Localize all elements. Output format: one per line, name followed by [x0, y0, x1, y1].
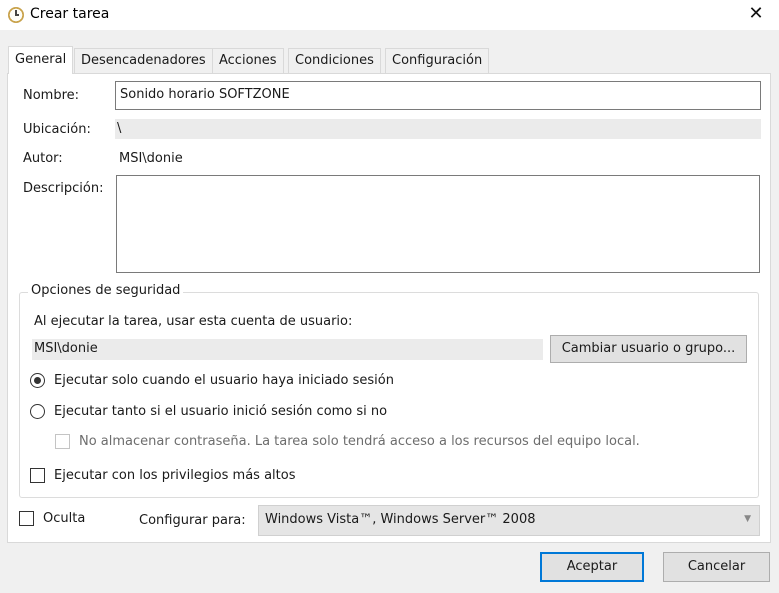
location-label: Ubicación:	[23, 122, 91, 137]
title-bar: Crear tarea ✕	[0, 0, 779, 30]
hidden-label[interactable]: Oculta	[43, 511, 85, 526]
configure-for-value: Windows Vista™, Windows Server™ 2008	[265, 512, 536, 527]
task-scheduler-clock-icon	[8, 7, 24, 23]
run-only-logged-on-label[interactable]: Ejecutar solo cuando el usuario haya ini…	[54, 373, 394, 388]
author-value: MSI\donie	[119, 151, 183, 166]
security-group-title: Opciones de seguridad	[28, 283, 184, 298]
accept-button[interactable]: Aceptar	[540, 552, 644, 582]
configure-for-label: Configurar para:	[139, 513, 246, 528]
tab-configuracion[interactable]: Configuración	[385, 48, 490, 73]
tab-condiciones[interactable]: Condiciones	[288, 48, 381, 73]
tab-desencadenadores[interactable]: Desencadenadores	[74, 48, 213, 73]
configure-for-select[interactable]: Windows Vista™, Windows Server™ 2008 ▼	[258, 505, 760, 536]
description-label: Descripción:	[23, 181, 104, 196]
author-label: Autor:	[23, 151, 63, 166]
name-input[interactable]: Sonido horario SOFTZONE	[115, 81, 761, 110]
run-whether-logged-on-label[interactable]: Ejecutar tanto si el usuario inició sesi…	[54, 404, 387, 419]
window-title: Crear tarea	[30, 6, 110, 22]
no-store-password-label: No almacenar contraseña. La tarea solo t…	[79, 434, 640, 449]
account-value: MSI\donie	[32, 339, 543, 360]
close-button[interactable]: ✕	[733, 0, 779, 30]
chevron-down-icon: ▼	[744, 514, 751, 524]
run-only-logged-on-radio[interactable]	[30, 373, 45, 388]
cancel-button[interactable]: Cancelar	[663, 552, 770, 582]
account-prompt: Al ejecutar la tarea, usar esta cuenta d…	[34, 314, 353, 329]
tab-acciones[interactable]: Acciones	[212, 48, 284, 73]
run-whether-logged-on-radio[interactable]	[30, 404, 45, 419]
highest-privileges-label[interactable]: Ejecutar con los privilegios más altos	[54, 468, 295, 483]
hidden-checkbox[interactable]	[19, 511, 34, 526]
description-textarea[interactable]	[116, 175, 760, 273]
tab-general[interactable]: General	[8, 46, 74, 74]
highest-privileges-checkbox[interactable]	[30, 468, 45, 483]
name-label: Nombre:	[23, 88, 80, 103]
location-value: \	[115, 119, 761, 139]
no-store-password-checkbox[interactable]	[55, 434, 70, 449]
change-user-button[interactable]: Cambiar usuario o grupo...	[550, 335, 747, 363]
